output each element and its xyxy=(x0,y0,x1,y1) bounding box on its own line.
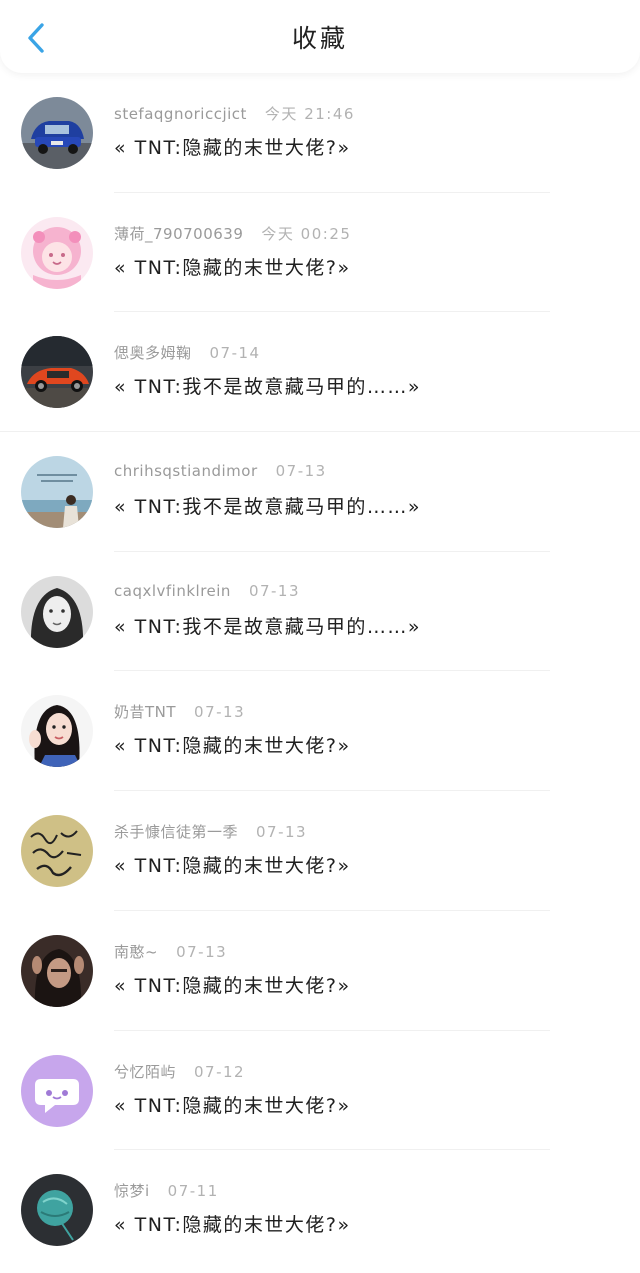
list-item[interactable]: 偲奥多姆鞠 07-14 « TNT:我不是故意藏马甲的……» xyxy=(0,312,640,433)
favorite-title[interactable]: « TNT:隐藏的末世大佬?» xyxy=(114,133,351,160)
avatar[interactable] xyxy=(21,815,93,888)
item-meta: stefaqgnoriccjict 今天 21:46 xyxy=(114,103,355,124)
item-meta: 薄荷_790700639 今天 00:25 xyxy=(114,223,351,244)
list-item[interactable]: 兮忆陌屿 07-12 « TNT:隐藏的末世大佬?» xyxy=(0,1031,640,1151)
timestamp: 07-13 xyxy=(248,581,301,600)
favorite-title[interactable]: « TNT:隐藏的末世大佬?» xyxy=(114,851,351,878)
avatar[interactable] xyxy=(21,934,93,1007)
item-meta: 奶昔TNT 07-13 xyxy=(114,701,245,722)
item-meta: 南憨~ 07-13 xyxy=(114,941,227,962)
seaside-girl-avatar-icon xyxy=(21,456,93,529)
username[interactable]: 奶昔TNT xyxy=(114,703,176,721)
item-meta: 偲奥多姆鞠 07-14 xyxy=(114,342,261,363)
rally-car-avatar-icon xyxy=(21,97,93,169)
timestamp: 07-13 xyxy=(194,703,246,722)
favorite-title[interactable]: « TNT:我不是故意藏马甲的……» xyxy=(114,372,421,399)
username[interactable]: stefaqgnoriccjict xyxy=(114,105,247,123)
handwriting-avatar-icon xyxy=(21,815,93,888)
username[interactable]: 杀手慷信徒第一季 xyxy=(114,823,238,841)
list-item[interactable]: stefaqgnoriccjict 今天 21:46 « TNT:隐藏的末世大佬?… xyxy=(0,73,640,193)
username[interactable]: 兮忆陌屿 xyxy=(114,1063,176,1081)
timestamp: 07-13 xyxy=(256,823,308,842)
favorite-title[interactable]: « TNT:隐藏的末世大佬?» xyxy=(114,1091,351,1118)
orange-sports-car-avatar-icon xyxy=(21,336,93,409)
list-item[interactable]: 惊梦i 07-11 « TNT:隐藏的末世大佬?» xyxy=(0,1150,640,1270)
timestamp: 07-13 xyxy=(275,462,327,481)
monochrome-girl-avatar-icon xyxy=(21,575,93,648)
username[interactable]: 惊梦i xyxy=(114,1182,150,1200)
username[interactable]: 偲奥多姆鞠 xyxy=(114,344,192,362)
username[interactable]: caqxlvfinklrein xyxy=(114,582,231,600)
username[interactable]: chrihsqstiandimor xyxy=(114,462,258,480)
timestamp: 07-12 xyxy=(194,1062,246,1081)
item-meta: 惊梦i 07-11 xyxy=(114,1180,219,1201)
timestamp: 今天 00:25 xyxy=(261,224,352,243)
avatar[interactable] xyxy=(21,456,93,529)
favorite-title[interactable]: « TNT:隐藏的末世大佬?» xyxy=(114,1210,351,1237)
favorite-title[interactable]: « TNT:我不是故意藏马甲的……» xyxy=(114,612,421,639)
page-title: 收藏 xyxy=(291,24,348,53)
favorite-title[interactable]: « TNT:隐藏的末世大佬?» xyxy=(114,971,351,998)
timestamp: 07-11 xyxy=(167,1182,219,1201)
item-meta: caqxlvfinklrein 07-13 xyxy=(114,582,300,600)
timestamp: 今天 21:46 xyxy=(264,105,355,123)
avatar[interactable] xyxy=(21,216,93,289)
username[interactable]: 南憨~ xyxy=(114,943,158,961)
avatar[interactable] xyxy=(21,1174,93,1247)
favorite-title[interactable]: « TNT:我不是故意藏马甲的……» xyxy=(114,492,421,519)
chat-bubble-avatar-icon xyxy=(21,1054,93,1127)
avatar[interactable] xyxy=(21,575,93,648)
favorite-title[interactable]: « TNT:隐藏的末世大佬?» xyxy=(114,253,351,280)
pink-anime-girl-avatar-icon xyxy=(21,216,93,289)
item-meta: 兮忆陌屿 07-12 xyxy=(114,1061,245,1082)
top-nav-bar: 收藏 xyxy=(0,0,640,73)
list-item[interactable]: 杀手慷信徒第一季 07-13 « TNT:隐藏的末世大佬?» xyxy=(0,791,640,911)
list-item[interactable]: caqxlvfinklrein 07-13 « TNT:我不是故意藏马甲的……» xyxy=(0,552,640,672)
favorite-title[interactable]: « TNT:隐藏的末世大佬?» xyxy=(114,731,351,758)
avatar[interactable] xyxy=(21,336,93,409)
timestamp: 07-14 xyxy=(209,344,261,363)
list-item[interactable]: chrihsqstiandimor 07-13 « TNT:我不是故意藏马甲的……… xyxy=(0,432,640,552)
timestamp: 07-13 xyxy=(176,942,228,961)
avatar[interactable] xyxy=(21,1054,93,1127)
item-meta: 杀手慷信徒第一季 07-13 xyxy=(114,821,307,842)
list-item[interactable]: 薄荷_790700639 今天 00:25 « TNT:隐藏的末世大佬?» xyxy=(0,193,640,313)
avatar[interactable] xyxy=(21,695,93,768)
teal-planet-avatar-icon xyxy=(21,1174,93,1247)
username[interactable]: 薄荷_790700639 xyxy=(114,225,243,243)
avatar[interactable] xyxy=(21,97,93,169)
waving-girl-avatar-icon xyxy=(21,695,93,768)
dark-portrait-avatar-icon xyxy=(21,934,93,1007)
list-item[interactable]: 奶昔TNT 07-13 « TNT:隐藏的末世大佬?» xyxy=(0,671,640,792)
item-meta: chrihsqstiandimor 07-13 xyxy=(114,462,327,480)
favorites-list: stefaqgnoriccjict 今天 21:46 « TNT:隐藏的末世大佬?… xyxy=(0,73,640,1270)
list-item[interactable]: 南憨~ 07-13 « TNT:隐藏的末世大佬?» xyxy=(0,911,640,1031)
